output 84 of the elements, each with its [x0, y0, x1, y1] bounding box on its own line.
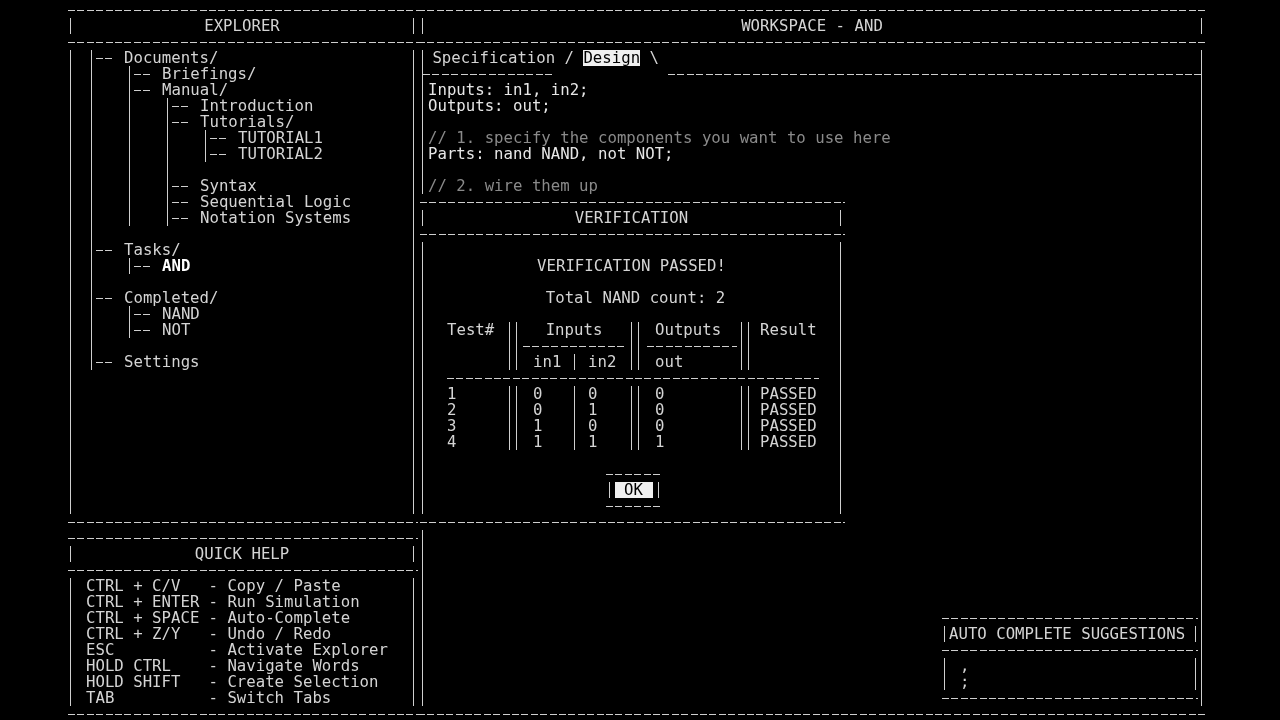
code-comment: // 1. specify the components you want to use here — [428, 130, 891, 146]
table-cell: PASSED — [760, 432, 817, 451]
table-cell: 0 — [655, 400, 665, 419]
tree-item[interactable]: Completed/ — [124, 290, 219, 306]
shortcut-action: - Undo / Redo — [208, 626, 332, 642]
tree-item[interactable]: Documents/ — [124, 50, 219, 66]
column-divider — [631, 322, 639, 370]
shortcut-action: - Switch Tabs — [208, 690, 332, 706]
shortcut-keys: ESC — [86, 642, 209, 658]
column-divider — [631, 386, 639, 450]
tree-item[interactable]: Syntax — [200, 178, 257, 194]
shortcut-action: - Activate Explorer — [208, 642, 388, 658]
suggestion-item[interactable]: ; — [960, 672, 970, 691]
shortcut-keys: CTRL + C/V — [86, 578, 209, 594]
shortcut-action: - Navigate Words — [208, 658, 360, 674]
tab-divider: / — [563, 50, 575, 66]
tree-item[interactable]: Settings — [124, 354, 200, 370]
tree-item[interactable]: Tutorials/ — [200, 114, 295, 130]
column-divider — [509, 322, 517, 370]
suggestion-item[interactable]: , — [960, 656, 970, 675]
tree-item[interactable]: AND — [162, 258, 191, 274]
table-cell: PASSED — [760, 416, 817, 435]
code-line: Parts: nand NAND, not NOT; — [428, 146, 674, 162]
table-cell: PASSED — [760, 400, 817, 419]
shortcut-keys: CTRL + ENTER — [86, 594, 209, 610]
tree-item[interactable]: NAND — [162, 306, 200, 322]
code-comment: // 2. wire them up — [428, 178, 598, 194]
shortcut-keys: CTRL + SPACE — [86, 610, 209, 626]
shortcut-action: - Run Simulation — [208, 594, 360, 610]
column-header: Test# — [447, 320, 495, 339]
table-cell: PASSED — [760, 384, 817, 403]
tree-item[interactable]: Sequential Logic — [200, 194, 352, 210]
editor-tab[interactable]: Specification — [432, 50, 556, 66]
popup-title: AUTO COMPLETE SUGGESTIONS — [948, 626, 1186, 642]
table-cell: 1 — [533, 416, 543, 435]
table-cell: 0 — [655, 384, 665, 403]
table-cell: 1 — [588, 432, 598, 451]
verification-message: VERIFICATION PASSED! — [537, 258, 726, 274]
column-header: in1 — [533, 352, 562, 371]
table-cell: 1 — [447, 384, 457, 403]
tree-item[interactable]: Briefings/ — [162, 66, 257, 82]
tree-item[interactable]: Notation Systems — [200, 210, 352, 226]
table-cell: 0 — [655, 416, 665, 435]
column-header: Inputs — [545, 322, 603, 338]
column-divider — [741, 386, 749, 450]
column-divider — [741, 322, 749, 370]
shortcut-action: - Create Selection — [208, 674, 379, 690]
column-divider — [509, 386, 517, 450]
table-cell: 0 — [588, 384, 598, 403]
tree-item[interactable]: NOT — [162, 322, 191, 338]
table-cell: 0 — [588, 416, 598, 435]
shortcut-keys: HOLD CTRL — [86, 658, 209, 674]
panel-title: EXPLORER — [204, 18, 280, 34]
tree-item[interactable]: TUTORIAL2 — [238, 146, 323, 162]
ok-button[interactable]: OK — [605, 466, 662, 514]
shortcut-keys: TAB — [86, 690, 209, 706]
code-line: Outputs: out; — [428, 98, 551, 114]
table-cell: 1 — [533, 432, 543, 451]
shortcut-action: - Copy / Paste — [208, 578, 341, 594]
column-header: in2 — [588, 352, 617, 371]
table-cell: 3 — [447, 416, 457, 435]
table-cell: 2 — [447, 400, 457, 419]
panel-title: QUICK HELP — [194, 546, 290, 562]
nand-count: Total NAND count: 2 — [545, 290, 726, 306]
shortcut-action: - Auto-Complete — [208, 610, 351, 626]
shortcut-keys: CTRL + Z/Y — [86, 626, 209, 642]
column-header: Result — [760, 320, 817, 339]
table-cell: 0 — [533, 400, 543, 419]
editor-tab[interactable]: Design — [583, 50, 641, 66]
tree-item[interactable]: Tasks/ — [124, 242, 181, 258]
table-cell: 1 — [588, 400, 598, 419]
panel-title: WORKSPACE - AND — [741, 18, 883, 34]
column-header: out — [655, 352, 684, 371]
dialog-title: VERIFICATION — [574, 210, 689, 226]
code-line: Inputs: in1, in2; — [428, 82, 589, 98]
table-cell: 0 — [533, 384, 543, 403]
tree-item[interactable]: TUTORIAL1 — [238, 130, 323, 146]
shortcut-keys: HOLD SHIFT — [86, 674, 209, 690]
tree-item[interactable]: Introduction — [200, 98, 314, 114]
table-cell: 1 — [655, 432, 665, 451]
column-header: Outputs — [655, 320, 722, 339]
table-cell: 4 — [447, 432, 457, 451]
tab-divider: \ — [648, 50, 660, 66]
tree-item[interactable]: Manual/ — [162, 82, 229, 98]
